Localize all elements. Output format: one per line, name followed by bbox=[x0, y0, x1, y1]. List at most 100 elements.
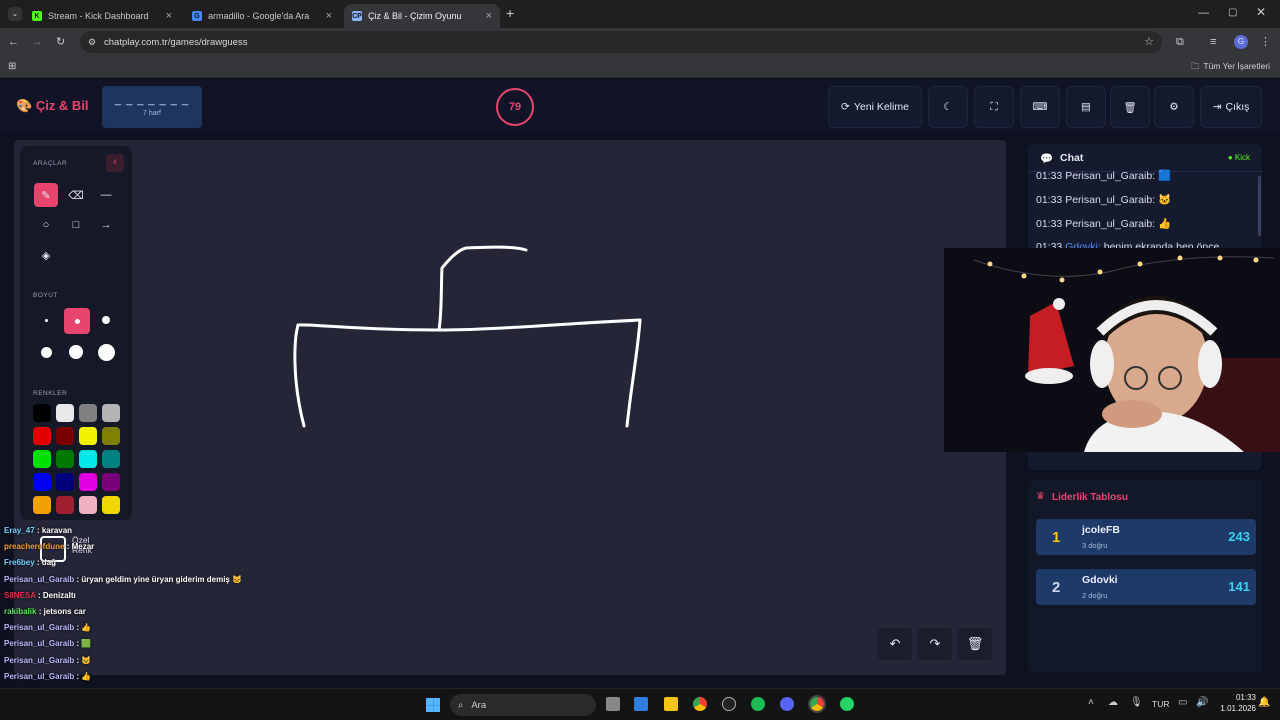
app-logo[interactable]: 🎨 Çiz & Bil bbox=[16, 98, 89, 114]
whatsapp-icon[interactable] bbox=[840, 697, 854, 711]
new-word-button[interactable]: ⟳ Yeni Kelime bbox=[828, 86, 922, 128]
color-swatch[interactable] bbox=[33, 496, 51, 514]
site-info-icon[interactable]: ⚙ bbox=[88, 35, 96, 49]
size-2-button[interactable] bbox=[64, 308, 90, 334]
eraser-icon: ⌫ bbox=[68, 189, 84, 202]
pen-tool[interactable]: ✎ bbox=[34, 183, 58, 207]
forward-icon[interactable]: → bbox=[32, 35, 43, 49]
tray-network-icon[interactable]: ☁ bbox=[1108, 697, 1118, 708]
size-5-button[interactable] bbox=[64, 340, 88, 364]
taskbar-search[interactable]: ⌕ Ara bbox=[450, 694, 596, 716]
minimize-icon[interactable]: — bbox=[1198, 6, 1209, 20]
close-tab-icon[interactable]: × bbox=[326, 10, 332, 22]
size-1-button[interactable] bbox=[34, 308, 58, 332]
redo-button[interactable]: ↷ bbox=[918, 628, 952, 660]
settings-button[interactable]: ⚙ bbox=[1154, 86, 1194, 128]
clock[interactable]: 01:33 1.01.2026 bbox=[1212, 692, 1256, 714]
color-swatch[interactable] bbox=[102, 473, 120, 491]
leaderboard-name: Gdovki bbox=[1082, 574, 1118, 586]
collapse-panel-button[interactable]: ‹ bbox=[106, 154, 124, 172]
file-explorer-icon[interactable] bbox=[664, 697, 678, 711]
color-swatch[interactable] bbox=[33, 473, 51, 491]
theme-toggle-button[interactable]: ☾ bbox=[928, 86, 968, 128]
monitor-icon[interactable]: ▭ bbox=[1178, 697, 1187, 708]
color-swatch[interactable] bbox=[102, 404, 120, 422]
overlay-chat-text: : dağ bbox=[36, 558, 57, 568]
color-swatch[interactable] bbox=[79, 496, 97, 514]
reload-icon[interactable]: ↻ bbox=[56, 35, 65, 49]
chat-user: Perisan_ul_Garaib: bbox=[1065, 194, 1156, 206]
rectangle-tool[interactable]: □ bbox=[64, 213, 88, 237]
overlay-chat-user: Perisan_ul_Garaib bbox=[4, 623, 75, 633]
color-swatch[interactable] bbox=[102, 427, 120, 445]
browser-tab[interactable]: CP Çiz & Bil - Çizim Oyunu × bbox=[344, 4, 500, 28]
color-swatch[interactable] bbox=[56, 427, 74, 445]
task-view-icon[interactable] bbox=[606, 697, 620, 711]
size-4-button[interactable] bbox=[34, 340, 58, 364]
close-tab-icon[interactable]: × bbox=[166, 10, 172, 22]
store-icon[interactable] bbox=[634, 697, 648, 711]
url-input[interactable]: ⚙ chatplay.com.tr/games/drawguess ☆ bbox=[80, 31, 1162, 53]
start-button[interactable] bbox=[426, 698, 440, 712]
color-swatch[interactable] bbox=[56, 496, 74, 514]
color-swatch[interactable] bbox=[79, 404, 97, 422]
all-bookmarks[interactable]: 🗀 Tüm Yer İşaretleri bbox=[1191, 61, 1270, 75]
microphone-icon[interactable]: 🎙 bbox=[1130, 697, 1143, 708]
archive-button[interactable]: ▤ bbox=[1066, 86, 1106, 128]
color-swatch[interactable] bbox=[56, 473, 74, 491]
language-indicator[interactable]: TUR bbox=[1152, 699, 1169, 709]
bookmark-star-icon[interactable]: ☆ bbox=[1144, 35, 1154, 49]
eraser-tool[interactable]: ⌫ bbox=[64, 183, 88, 207]
back-icon[interactable]: ← bbox=[8, 35, 19, 49]
color-swatch[interactable] bbox=[79, 450, 97, 468]
color-swatch[interactable] bbox=[102, 496, 120, 514]
arrow-tool[interactable]: → bbox=[94, 213, 118, 237]
menu-icon[interactable]: ⋮ bbox=[1260, 35, 1271, 49]
restore-icon[interactable]: ▢ bbox=[1228, 6, 1237, 20]
clear-canvas-button[interactable]: 🗑 bbox=[958, 628, 992, 660]
tray-chevron-icon[interactable]: ˄ bbox=[1088, 697, 1094, 708]
chat-message: 01:33 Perisan_ul_Garaib: 🟦 bbox=[1036, 169, 1171, 182]
tab-media-icon[interactable]: ≡ bbox=[1210, 35, 1216, 49]
undo-button[interactable]: ↶ bbox=[878, 628, 912, 660]
spotify-icon[interactable] bbox=[751, 697, 765, 711]
extensions-icon[interactable]: ⧉ bbox=[1176, 35, 1184, 49]
color-swatch[interactable] bbox=[33, 427, 51, 445]
exit-button[interactable]: ⇥ Çıkış bbox=[1200, 86, 1262, 128]
color-swatch[interactable] bbox=[79, 427, 97, 445]
profile-avatar[interactable]: G bbox=[1234, 35, 1248, 49]
tab-search-icon[interactable]: ⌄ bbox=[8, 7, 22, 21]
leaderboard-correct: 3 doğru bbox=[1082, 541, 1108, 550]
chat-scrollbar[interactable] bbox=[1258, 176, 1261, 236]
fill-tool[interactable]: ◈ bbox=[34, 243, 58, 267]
new-word-label: Yeni Kelime bbox=[853, 101, 909, 113]
exit-label: Çıkış bbox=[1225, 101, 1250, 113]
trash-button[interactable]: 🗑 bbox=[1110, 86, 1150, 128]
browser-tab[interactable]: Garmadillo - Google'da Ara × bbox=[184, 4, 340, 28]
webcam-image bbox=[944, 248, 1280, 452]
color-swatch[interactable] bbox=[33, 450, 51, 468]
size-6-button[interactable] bbox=[94, 340, 118, 364]
volume-icon[interactable]: 🔊 bbox=[1196, 697, 1208, 708]
close-window-icon[interactable]: ✕ bbox=[1256, 5, 1266, 19]
color-swatch[interactable] bbox=[33, 404, 51, 422]
color-swatch[interactable] bbox=[102, 450, 120, 468]
steam-icon[interactable] bbox=[722, 697, 736, 711]
line-tool[interactable]: — bbox=[94, 183, 118, 207]
discord-icon[interactable] bbox=[780, 697, 794, 711]
close-tab-icon[interactable]: × bbox=[486, 10, 492, 22]
browser-tab[interactable]: K Stream - Kick Dashboard × bbox=[24, 4, 180, 28]
overlay-chat-text: : jetsons car bbox=[38, 607, 86, 616]
notification-icon[interactable]: 🔔 bbox=[1258, 697, 1270, 708]
chrome-icon[interactable] bbox=[693, 697, 707, 711]
size-3-button[interactable] bbox=[94, 308, 118, 332]
color-swatch[interactable] bbox=[56, 404, 74, 422]
color-swatch[interactable] bbox=[56, 450, 74, 468]
new-tab-icon[interactable]: + bbox=[506, 6, 514, 20]
color-swatch[interactable] bbox=[79, 473, 97, 491]
apps-grid-icon[interactable]: ⊞ bbox=[8, 60, 16, 74]
fullscreen-button[interactable]: ⛶ bbox=[974, 86, 1014, 128]
circle-tool[interactable]: ○ bbox=[34, 213, 58, 237]
chrome-active-icon[interactable] bbox=[808, 695, 826, 713]
keyboard-button[interactable]: ⌨ bbox=[1020, 86, 1060, 128]
